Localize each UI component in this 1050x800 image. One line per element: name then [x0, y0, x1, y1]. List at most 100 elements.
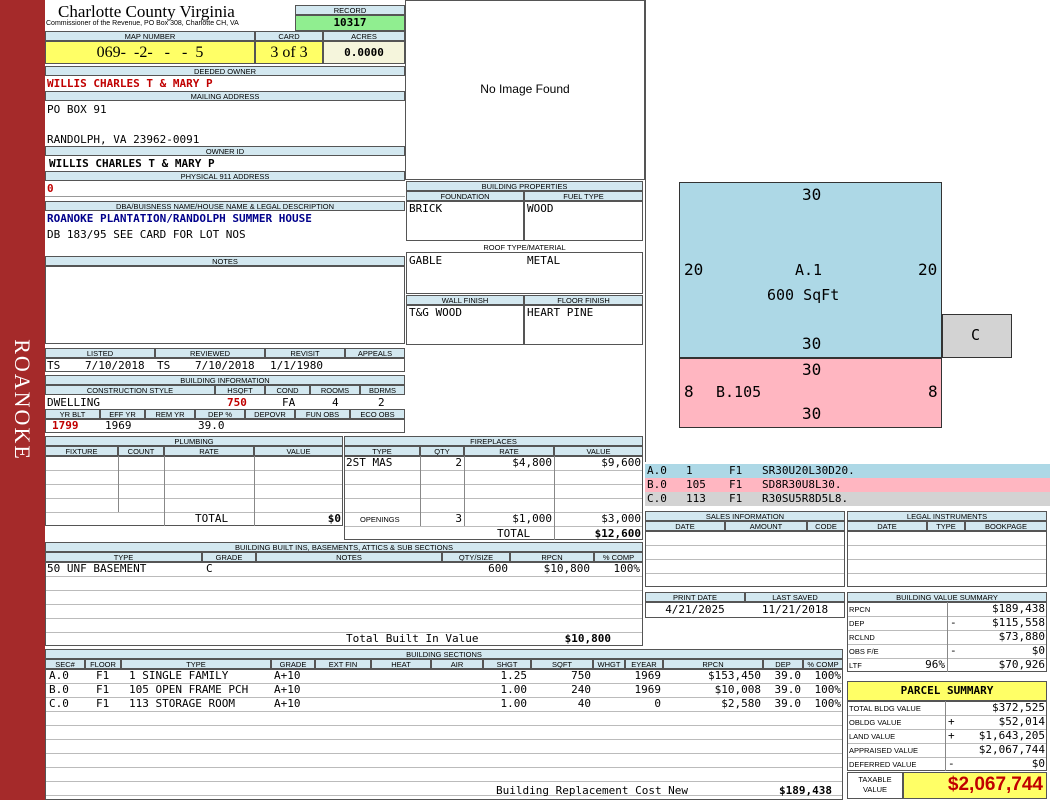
air-header: AIR	[431, 659, 483, 669]
vs-value: $0	[1031, 644, 1045, 657]
shgt-value: 1.25	[500, 669, 528, 682]
sketch-code-sec: C.0	[647, 492, 667, 505]
hsqft-header: HSQFT	[215, 385, 265, 395]
vs-value: $115,558	[992, 616, 1045, 629]
eff-yr-value: 1969	[105, 419, 132, 432]
mailing-address-label: MAILING ADDRESS	[45, 91, 405, 101]
bi-qty: 600	[488, 562, 508, 575]
sec-value: C.0	[49, 697, 69, 710]
foundation-value: BRICK	[409, 202, 443, 215]
revisit-date: 1/1/1980	[270, 359, 323, 372]
floor-value: F1	[96, 697, 110, 710]
vs-value: $70,926	[998, 658, 1045, 671]
reviewed-date: 7/10/2018	[195, 359, 255, 372]
sec-value: B.0	[49, 683, 69, 696]
legal-bookpage-header: BOOKPAGE	[965, 521, 1047, 531]
print-date-label: PRINT DATE	[645, 592, 745, 602]
plumbing-total-value: $0	[327, 512, 341, 525]
deeded-owner-label: DEEDED OWNER	[45, 66, 405, 76]
type-value: 113 STORAGE ROOM	[129, 697, 235, 710]
comp-header: % COMP	[803, 659, 843, 669]
sketch-b-right: 8	[928, 382, 938, 401]
sketch-a-name: A.1	[795, 261, 823, 279]
fp-value: $9,600	[601, 456, 641, 469]
sales-amount-header: AMOUNT	[725, 521, 807, 531]
construction-style-header: CONSTRUCTION STYLE	[45, 385, 215, 395]
eff-yr-header: EFF YR	[100, 409, 145, 419]
sketch-b-bottom: 30	[802, 404, 822, 423]
sqft-value: 240	[571, 683, 591, 696]
plumbing-label: PLUMBING	[45, 436, 343, 446]
bi-rpcn-header: RPCN	[510, 552, 594, 562]
fp-type: 2ST MAS	[346, 456, 393, 469]
reviewed-by: TS	[157, 359, 171, 372]
acres-value: 0.0000	[323, 41, 405, 64]
bi-total-value: $10,800	[564, 632, 611, 645]
hsqft-value: 750	[227, 396, 247, 409]
eyear-value: 1969	[634, 669, 662, 682]
sketch-code-floor: F1	[729, 464, 743, 477]
bdrms-value: 2	[378, 396, 385, 409]
building-info-row	[45, 419, 405, 433]
bi-type-header: TYPE	[45, 552, 202, 562]
sales-date-header: DATE	[645, 521, 725, 531]
listed-date: 7/10/2018	[85, 359, 145, 372]
sqft-header: SQFT	[531, 659, 593, 669]
sketch-b-top: 30	[802, 360, 822, 379]
record-value: 10317	[295, 15, 405, 31]
record-label: RECORD	[295, 5, 405, 15]
ps-value: $1,643,205	[978, 729, 1045, 742]
vs-value: $189,438	[992, 602, 1045, 615]
fun-obs-header: FUN OBS	[295, 409, 350, 419]
sketch-a-area: 600 SqFt	[767, 286, 840, 304]
value-summary-label: BUILDING VALUE SUMMARY	[847, 592, 1047, 602]
legal-type-header: TYPE	[927, 521, 965, 531]
foundation-label: FOUNDATION	[406, 191, 524, 201]
reviewed-label: REVIEWED	[155, 348, 265, 358]
brcn-value: $189,438	[779, 784, 832, 797]
acres-label: ACRES	[323, 31, 405, 41]
deeded-owner-value: WILLIS CHARLES T & MARY P	[47, 77, 213, 90]
owner-id-label: OWNER ID	[45, 146, 405, 156]
sketch-c-name: C	[971, 326, 981, 344]
floor-finish-value: HEART PINE	[527, 306, 594, 319]
legal-label: LEGAL INSTRUMENTS	[847, 511, 1047, 521]
map-number-value: 069- -2- - - 5	[45, 41, 255, 64]
vs-label: RPCN	[849, 605, 871, 614]
fp-type-header: TYPE	[344, 446, 420, 456]
sec-header: SEC#	[45, 659, 85, 669]
grade-value: A+10	[274, 697, 301, 710]
depovr-header: DEPOVR	[245, 409, 295, 419]
sketch-code-sec: A.0	[647, 464, 667, 477]
sketch-code-floor: F1	[729, 478, 743, 491]
vs-label: LTF	[849, 661, 862, 670]
legal-table	[847, 531, 1047, 587]
bi-comp: 100%	[613, 562, 641, 575]
plumbing-total-label: TOTAL	[195, 512, 229, 525]
roof-material-value: METAL	[527, 254, 561, 267]
dba-line-1: ROANOKE PLANTATION/RANDOLPH SUMMER HOUSE	[47, 212, 312, 225]
page-title: Charlotte County Virginia	[58, 2, 235, 21]
divider	[45, 196, 405, 197]
rate-header: RATE	[164, 446, 254, 456]
vs-value: $73,880	[998, 630, 1045, 643]
rpcn-header: RPCN	[663, 659, 763, 669]
grade-value: A+10	[274, 683, 301, 696]
sketch-code-desc: SD8R30U8L30.	[762, 478, 842, 491]
taxable-value: $2,067,744	[947, 774, 1043, 795]
building-info-label: BUILDING INFORMATION	[45, 375, 405, 385]
parcel-summary-col	[945, 701, 946, 771]
heat-header: HEAT	[371, 659, 431, 669]
bdrms-header: BDRMS	[360, 385, 405, 395]
fp-col-line	[420, 456, 421, 526]
whgt-header: WHGT	[593, 659, 625, 669]
bi-qty-header: QTY/SIZE	[442, 552, 510, 562]
bi-grade-header: GRADE	[202, 552, 256, 562]
fp-value-header: VALUE	[554, 446, 643, 456]
vs-label: RCLND	[849, 633, 875, 642]
sketch-code-floor: F1	[729, 492, 743, 505]
revisit-label: REVISIT	[265, 348, 345, 358]
card-label: CARD	[255, 31, 323, 41]
rpcn-value: $2,580	[721, 697, 761, 710]
fp-openings-label: OPENINGS	[360, 515, 400, 524]
